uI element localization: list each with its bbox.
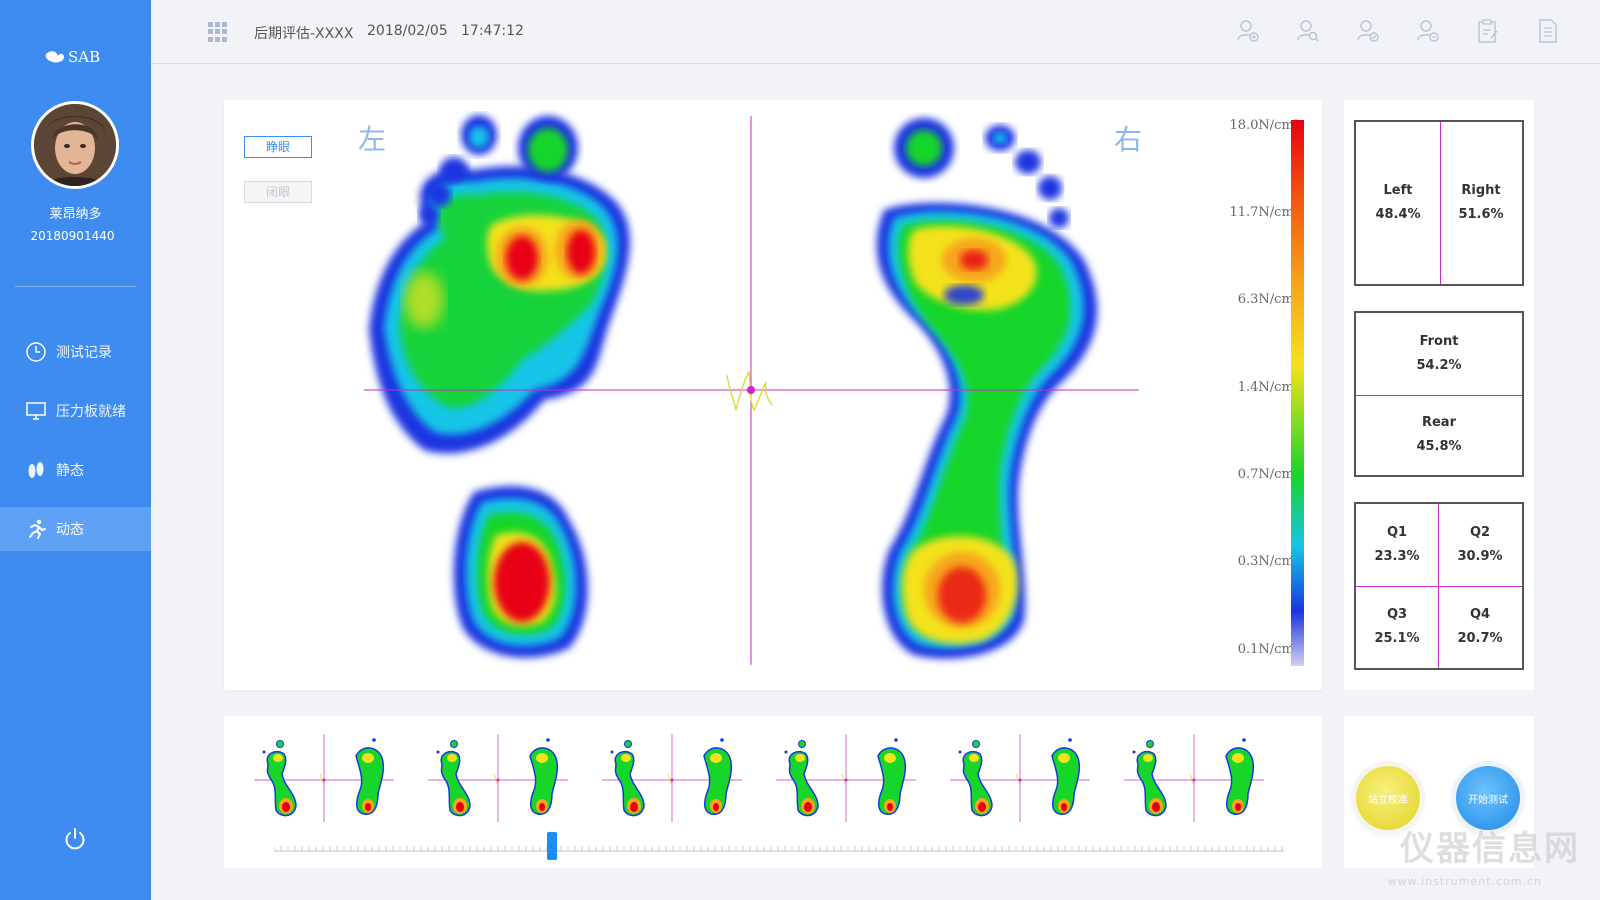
apps-grid-icon[interactable] <box>208 22 228 42</box>
assessment-date: 2018/02/05 <box>367 23 448 39</box>
sidebar-item-plate-ready[interactable]: 压力板就绪 <box>0 389 151 433</box>
watermark-text: 仪器信息网 <box>1400 829 1580 869</box>
gait-frame-thumbnail[interactable] <box>776 734 946 826</box>
front-rear-distribution: Front 54.2% Rear 45.8% <box>1354 311 1524 477</box>
scale-label: 18.0N/cm² <box>1229 118 1299 133</box>
sidebar-item-static[interactable]: 静态 <box>0 448 151 492</box>
q3-cell: Q3 25.1% <box>1356 586 1438 668</box>
q1-label: Q1 <box>1386 525 1408 540</box>
left-value: 48.4% <box>1375 207 1421 222</box>
search-user-icon[interactable] <box>1296 18 1320 44</box>
sidebar-nav: 测试记录 压力板就绪 静态 动态 <box>0 330 151 566</box>
front-value: 54.2% <box>1416 358 1462 373</box>
scale-label: 1.4N/cm² <box>1237 380 1299 395</box>
scale-label: 0.1N/cm² <box>1237 642 1299 657</box>
pressure-map-panel: 睁眼 闭眼 左 右 18.0N/cm² 11.7N/cm² 6.3N/cm² 1… <box>224 100 1322 690</box>
logo-text: SAB <box>68 48 101 66</box>
gait-frames <box>254 734 1274 826</box>
gait-frame-thumbnail[interactable] <box>950 734 1120 826</box>
sidebar-item-dynamic[interactable]: 动态 <box>0 507 151 551</box>
q2-cell: Q2 30.9% <box>1438 504 1522 586</box>
q4-value: 20.7% <box>1457 631 1503 646</box>
power-icon[interactable] <box>62 826 88 852</box>
clock-icon <box>24 340 48 364</box>
q1-cell: Q1 23.3% <box>1356 504 1438 586</box>
right-label: Right <box>1461 183 1501 198</box>
sidebar-item-label: 压力板就绪 <box>56 404 126 420</box>
sidebar-item-test-records[interactable]: 测试记录 <box>0 330 151 374</box>
user-minus-icon[interactable] <box>1416 18 1440 44</box>
left-heel-heatmap <box>453 486 588 658</box>
sidebar-divider <box>15 286 136 287</box>
q3-label: Q3 <box>1386 607 1408 622</box>
user-id: 20180901440 <box>30 229 115 243</box>
scale-label: 6.3N/cm² <box>1237 292 1299 307</box>
gait-frame-thumbnail[interactable] <box>1124 734 1294 826</box>
scale-label: 0.7N/cm² <box>1237 467 1299 482</box>
rear-label: Rear <box>1421 415 1456 430</box>
gait-frame-thumbnail[interactable] <box>254 734 424 826</box>
gait-frame-thumbnail[interactable] <box>602 734 772 826</box>
gait-frame-thumbnail[interactable] <box>428 734 598 826</box>
watermark-url: www.instrument.com.cn <box>1387 875 1542 888</box>
q1-value: 23.3% <box>1374 549 1420 564</box>
sidebar-item-label: 测试记录 <box>56 345 112 361</box>
scale-label: 11.7N/cm² <box>1229 205 1299 220</box>
assessment-time: 17:47:12 <box>461 23 524 39</box>
add-user-icon[interactable] <box>1236 18 1260 44</box>
quadrant-distribution: Q1 23.3% Q2 30.9% Q3 25.1% Q4 20.7% <box>1354 502 1524 670</box>
sidebar: SAB 莱昂纳多 20180901440 测试记录 压力板就绪 静态 动态 <box>0 0 151 900</box>
header-toolbar <box>1236 18 1560 44</box>
scale-label: 0.3N/cm² <box>1237 554 1299 569</box>
logo-icon <box>45 51 64 63</box>
pressure-map <box>364 115 1139 665</box>
user-check-icon[interactable] <box>1356 18 1380 44</box>
distribution-panel: Left 48.4% Right 51.6% Front 54.2% Rear … <box>1344 100 1534 690</box>
left-label: Left <box>1383 183 1413 198</box>
pressure-colorbar <box>1291 120 1304 666</box>
timeline-slider[interactable] <box>273 832 1284 860</box>
front-label: Front <box>1419 334 1459 349</box>
right-foot-heatmap <box>876 118 1098 659</box>
avatar[interactable] <box>31 101 119 189</box>
rear-cell: Rear 45.8% <box>1356 395 1522 475</box>
left-forefoot-heatmap <box>369 115 630 454</box>
monitor-icon <box>24 399 48 423</box>
center-of-pressure-dot <box>747 386 755 394</box>
q2-value: 30.9% <box>1457 549 1503 564</box>
clipboard-edit-icon[interactable] <box>1476 18 1500 44</box>
sidebar-item-label: 静态 <box>56 463 84 479</box>
q2-label: Q2 <box>1469 525 1491 540</box>
q4-cell: Q4 20.7% <box>1438 586 1522 668</box>
user-name: 莱昂纳多 <box>49 207 102 222</box>
avatar-image <box>34 104 116 186</box>
document-icon[interactable] <box>1536 18 1560 44</box>
left-right-distribution: Left 48.4% Right 51.6% <box>1354 120 1524 286</box>
left-cell: Left 48.4% <box>1356 122 1440 284</box>
sidebar-item-label: 动态 <box>56 522 84 538</box>
q4-label: Q4 <box>1469 607 1491 622</box>
right-value: 51.6% <box>1458 207 1504 222</box>
gait-timeline <box>224 716 1322 868</box>
q3-value: 25.1% <box>1374 631 1420 646</box>
assessment-title: 后期评估-XXXX <box>254 26 354 42</box>
slider-handle[interactable] <box>546 832 557 860</box>
running-icon <box>24 517 48 541</box>
right-cell: Right 51.6% <box>1440 122 1522 284</box>
footprints-icon <box>24 458 48 482</box>
app-logo: SAB <box>44 48 100 66</box>
header: 后期评估-XXXX 2018/02/05 17:47:12 <box>151 0 1600 64</box>
slider-ticks <box>273 846 1284 852</box>
rear-value: 45.8% <box>1416 439 1462 454</box>
front-cell: Front 54.2% <box>1356 313 1522 395</box>
